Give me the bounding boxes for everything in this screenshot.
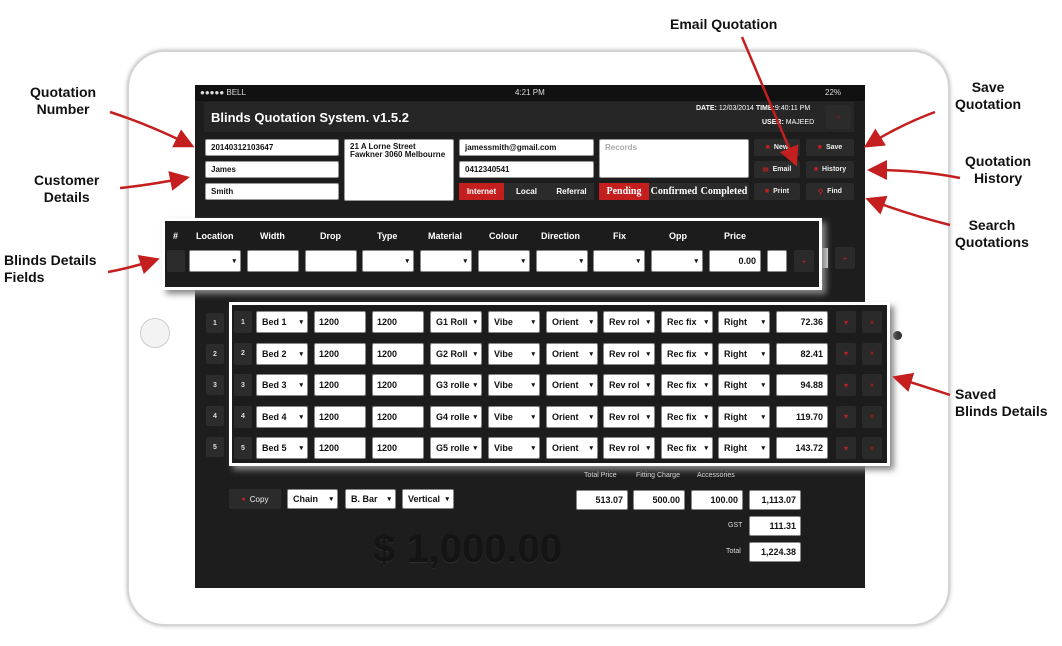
annotation-arrows [107, 36, 961, 397]
arrow-blinds-fields [107, 255, 160, 275]
arrow-history [867, 160, 961, 181]
arrow-customer-details [119, 171, 190, 191]
arrow-save [863, 110, 936, 148]
arrow-email [740, 36, 799, 167]
arrow-search [865, 195, 951, 227]
arrow-quotation-number [109, 110, 195, 148]
arrow-saved [892, 372, 951, 397]
